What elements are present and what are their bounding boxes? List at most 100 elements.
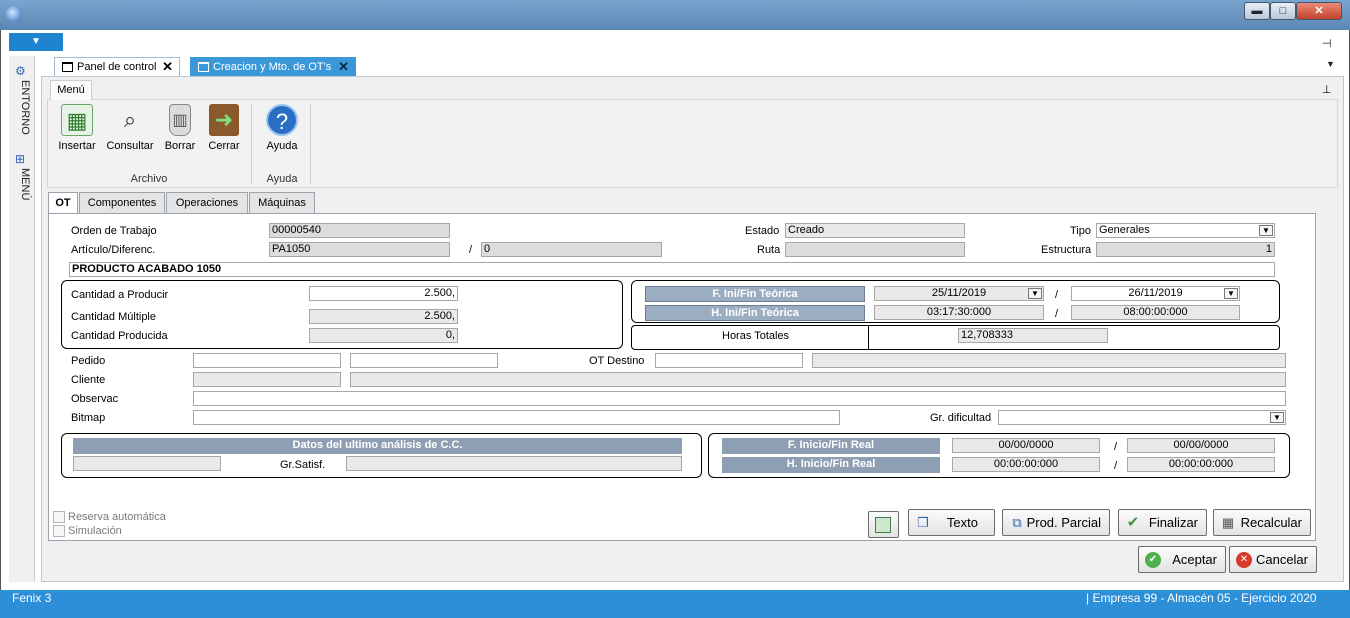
image-button[interactable] [868, 511, 899, 538]
reserva-automatica-label: Reserva automática [68, 511, 166, 523]
estructura-field[interactable]: 1 [1096, 242, 1275, 257]
prod-parcial-label: Prod. Parcial [1026, 515, 1101, 530]
cerrar-button[interactable]: ➜ Cerrar [198, 104, 250, 158]
f-real-label: F. Inicio/Fin Real [722, 438, 940, 454]
pin-icon[interactable]: ⊣ [1322, 37, 1332, 50]
cliente-field[interactable] [193, 372, 341, 387]
recalcular-button[interactable]: ▦ Recalcular [1213, 509, 1311, 536]
main-dropdown-button[interactable]: ▼ [9, 33, 63, 51]
consultar-label: Consultar [106, 140, 154, 152]
simulacion-label: Simulación [68, 525, 122, 537]
estado-label: Estado [745, 225, 780, 237]
tipo-select[interactable]: Generales ▼ [1096, 223, 1275, 238]
calculator-icon: ▦ [1221, 515, 1235, 530]
ot-destino-label: OT Destino [589, 355, 645, 367]
maximize-button[interactable]: □ [1270, 2, 1296, 20]
ribbon-separator [310, 104, 311, 184]
orden-trabajo-label: Orden de Trabajo [71, 225, 157, 237]
gr-dificultad-select[interactable]: ▼ [998, 410, 1286, 425]
f-ini-teorica-field[interactable]: 25/11/2019 ▼ [874, 286, 1044, 301]
ayuda-button[interactable]: ? Ayuda [256, 104, 308, 158]
cancelar-label: Cancelar [1255, 552, 1308, 567]
ruta-field[interactable] [785, 242, 965, 257]
finalizar-label: Finalizar [1148, 515, 1198, 530]
bitmap-label: Bitmap [71, 412, 106, 424]
minimize-button[interactable]: ▬ [1244, 2, 1270, 20]
h-real-ini-field: 00:00:00:000 [952, 457, 1100, 472]
window-icon [198, 62, 209, 72]
estructura-label: Estructura [1041, 244, 1092, 256]
side-menu[interactable]: MENÚ [13, 168, 31, 200]
close-icon[interactable]: ✕ [338, 58, 349, 76]
tabs-overflow-icon[interactable]: ▼ [1326, 59, 1335, 69]
pedido-field[interactable] [193, 353, 341, 368]
close-window-button[interactable]: ✕ [1296, 2, 1342, 20]
slash-label: / [1114, 460, 1118, 472]
tipo-label: Tipo [1070, 225, 1091, 237]
f-teorica-button[interactable]: F. Ini/Fin Teórica [645, 286, 865, 302]
aceptar-label: Aceptar [1172, 552, 1217, 567]
reserva-automatica-checkbox[interactable] [53, 511, 65, 523]
orden-trabajo-field[interactable]: 00000540 [269, 223, 450, 238]
side-entorno[interactable]: ENTORNO [13, 80, 31, 135]
slash-label: / [469, 244, 473, 256]
h-teorica-button[interactable]: H. Ini/Fin Teórica [645, 305, 865, 321]
finalizar-button[interactable]: ✔ Finalizar [1118, 509, 1207, 536]
h-fin-teorica-field[interactable]: 08:00:00:000 [1071, 305, 1240, 320]
cliente-label: Cliente [71, 374, 106, 386]
f-fin-teorica-field[interactable]: 26/11/2019 ▼ [1071, 286, 1240, 301]
chevron-down-icon[interactable]: ▼ [1259, 225, 1273, 236]
bitmap-field[interactable] [193, 410, 840, 425]
insertar-button[interactable]: ▦ Insertar [51, 104, 103, 158]
simulacion-checkbox[interactable] [53, 525, 65, 537]
tab-creacion-ot[interactable]: Creacion y Mto. de OT's ✕ [190, 57, 356, 76]
entorno-icon: ⚙ [15, 64, 26, 78]
close-icon[interactable]: ✕ [162, 58, 173, 76]
slash-label: / [1055, 308, 1059, 320]
ot-destino-field[interactable] [655, 353, 803, 368]
cantidad-producida-label: Cantidad Producida [71, 330, 168, 342]
tab-componentes[interactable]: Componentes [79, 192, 165, 214]
articulo-label: Artículo/Diferenc. [71, 244, 156, 256]
chevron-down-icon[interactable]: ▼ [1028, 288, 1042, 299]
ribbon-group-ayuda: Ayuda [266, 173, 298, 185]
ribbon-tab-menu[interactable]: Menú [50, 80, 92, 100]
cancelar-button[interactable]: ✕ Cancelar [1229, 546, 1317, 573]
binoculars-icon: ⌕ [123, 107, 137, 132]
app-icon[interactable] [6, 6, 22, 22]
cantidad-multiple-field[interactable]: 2.500, [309, 309, 458, 324]
ribbon-separator [251, 104, 252, 184]
cantidad-producir-field[interactable]: 2.500, [309, 286, 458, 301]
tab-ot[interactable]: OT [48, 192, 78, 215]
tab-label: Creacion y Mto. de OT's [213, 61, 332, 73]
gr-satisf-label: Gr.Satisf. [280, 459, 326, 471]
prod-parcial-button[interactable]: ⧉ Prod. Parcial [1002, 509, 1110, 536]
horas-totales-field: 12,708333 [958, 328, 1108, 343]
divider [868, 325, 869, 350]
tab-panel-de-control[interactable]: Panel de control ✕ [54, 57, 180, 76]
ribbon-group-archivo: Archivo [130, 173, 168, 185]
tab-operaciones[interactable]: Operaciones [166, 192, 248, 214]
estado-field: Creado [785, 223, 965, 238]
cc-field [73, 456, 221, 471]
h-ini-teorica-field[interactable]: 03:17:30:000 [874, 305, 1044, 320]
status-app-name: Fenix 3 [12, 591, 52, 605]
f-real-fin-field: 00/00/0000 [1127, 438, 1275, 453]
diferenc-field[interactable]: 0 [481, 242, 662, 257]
cantidad-producir-label: Cantidad a Producir [71, 289, 169, 301]
consultar-button[interactable]: ⌕ Consultar [104, 104, 156, 158]
cc-title: Datos del ultimo análisis de C.C. [73, 438, 682, 454]
articulo-field[interactable]: PA1050 [269, 242, 450, 257]
observac-field[interactable] [193, 391, 1286, 406]
descripcion-field[interactable]: PRODUCTO ACABADO 1050 [69, 262, 1275, 277]
pedido-linea-field[interactable] [350, 353, 498, 368]
chevron-down-icon[interactable]: ▼ [1224, 288, 1238, 299]
texto-label: Texto [946, 515, 978, 530]
texto-button[interactable]: ❐ Texto [908, 509, 995, 536]
aceptar-button[interactable]: ✔ Aceptar [1138, 546, 1226, 573]
ribbon-pin-icon[interactable]: ⊥ [1322, 83, 1332, 96]
tab-maquinas[interactable]: Máquinas [249, 192, 315, 214]
cantidad-producida-field[interactable]: 0, [309, 328, 458, 343]
help-icon: ? [266, 104, 298, 136]
chevron-down-icon[interactable]: ▼ [1270, 412, 1284, 423]
